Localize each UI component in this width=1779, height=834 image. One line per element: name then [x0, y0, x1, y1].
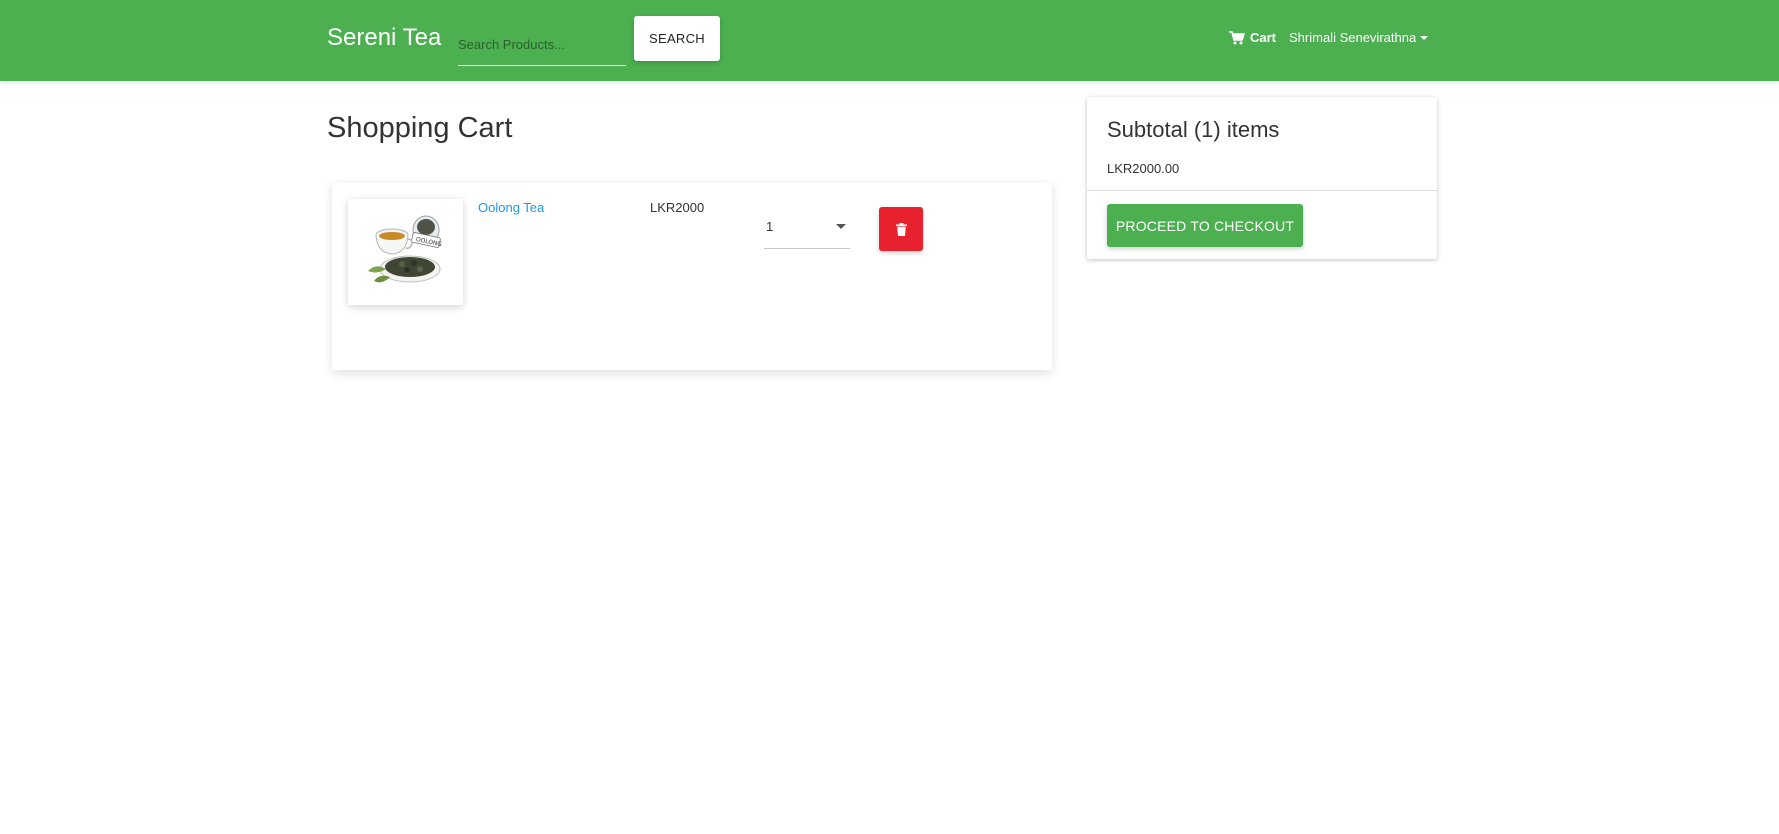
user-menu-dropdown[interactable]: Shrimali Senevirathna [1289, 30, 1429, 45]
product-thumbnail[interactable]: OOLONG [348, 199, 463, 305]
quantity-value: 1 [766, 218, 774, 234]
cart-item-card: OOLONG Oolong Tea LKR2000 1 [332, 183, 1052, 370]
caret-down-icon [1420, 36, 1429, 40]
brand-logo-text[interactable]: Sereni Tea [327, 24, 441, 52]
trash-icon [895, 222, 907, 236]
oolong-tea-product-image: OOLONG [367, 215, 442, 283]
user-name: Shrimali Senevirathna [1289, 30, 1417, 45]
page-title: Shopping Cart [327, 112, 513, 144]
order-summary-card: Subtotal (1) items LKR2000.00 PROCEED TO… [1087, 97, 1437, 259]
nav-cart-link[interactable]: Cart [1229, 30, 1276, 45]
search-button[interactable]: SEARCH [634, 16, 720, 61]
product-price: LKR2000 [650, 200, 705, 215]
quantity-select[interactable]: 1 [764, 204, 850, 249]
product-name-link[interactable]: Oolong Tea [478, 200, 544, 215]
subtotal-amount: LKR2000.00 [1107, 161, 1180, 176]
subtotal-heading: Subtotal (1) items [1107, 117, 1280, 142]
caret-down-icon [836, 223, 846, 229]
nav-cart-label: Cart [1250, 30, 1277, 45]
proceed-to-checkout-button[interactable]: PROCEED TO CHECKOUT [1107, 204, 1303, 247]
shopping-cart-icon [1229, 30, 1245, 44]
remove-item-button[interactable] [879, 207, 923, 251]
search-input[interactable] [458, 24, 626, 66]
navbar: Sereni Tea SEARCH Cart Shrimali Senevira… [0, 0, 1779, 81]
summary-divider [1087, 190, 1437, 191]
